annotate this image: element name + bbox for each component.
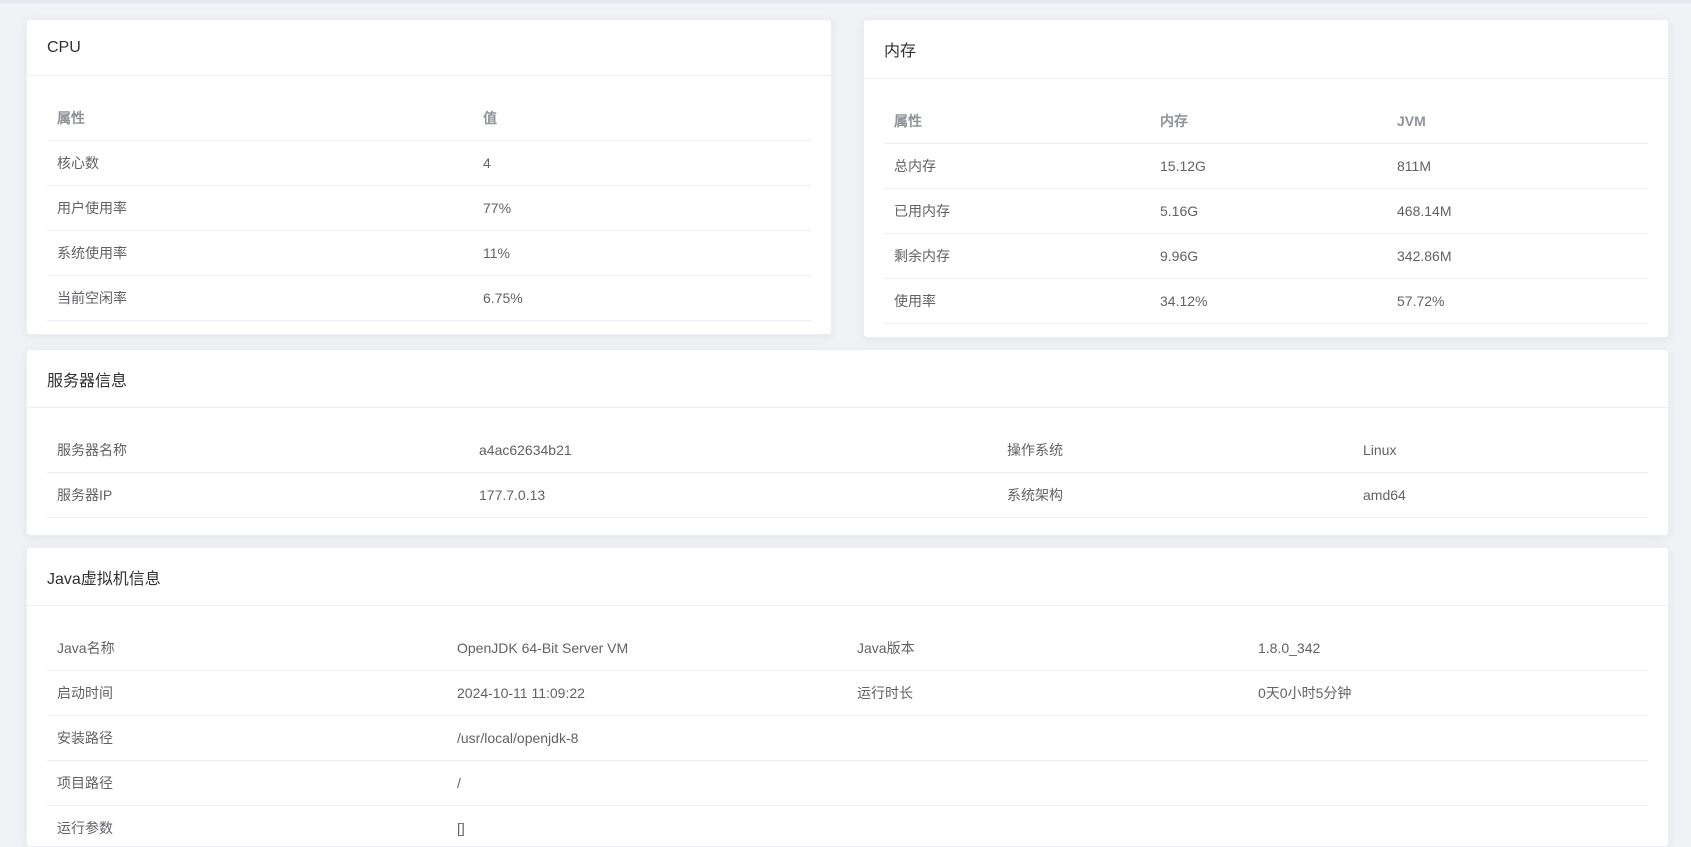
column-header: 内存 (1150, 99, 1387, 144)
cpu-card-title: CPU (47, 39, 81, 57)
jvm-info-table: Java名称 OpenJDK 64-Bit Server VM Java版本 1… (47, 626, 1648, 847)
empty-cell (1248, 716, 1648, 761)
memory-card: 内存 属性 内存 JVM 总内存 15.12G 811M 已用内存 5. (863, 19, 1669, 338)
table-row: Java名称 OpenJDK 64-Bit Server VM Java版本 1… (47, 626, 1648, 671)
property-cell: 项目路径 (47, 761, 447, 806)
top-bar (0, 0, 1691, 3)
table-row: 运行参数 [] (47, 806, 1648, 847)
memory-value-cell: 9.96G (1150, 234, 1387, 279)
jvm-value-cell: 342.86M (1387, 234, 1648, 279)
property-cell: 安装路径 (47, 716, 447, 761)
table-header-row: 属性 内存 JVM (884, 99, 1648, 144)
value-cell: / (447, 761, 847, 806)
table-row: 总内存 15.12G 811M (884, 144, 1648, 189)
empty-cell (847, 761, 1248, 806)
value-cell: 4 (473, 141, 811, 186)
property-cell: 核心数 (47, 141, 473, 186)
property-cell: Java版本 (847, 626, 1248, 671)
empty-cell (847, 716, 1248, 761)
table-row: 使用率 34.12% 57.72% (884, 279, 1648, 324)
table-header-row: 属性 值 (47, 96, 811, 141)
memory-table: 属性 内存 JVM 总内存 15.12G 811M 已用内存 5.16G 468… (884, 99, 1648, 324)
server-info-table: 服务器名称 a4ac62634b21 操作系统 Linux 服务器IP 177.… (47, 428, 1648, 518)
empty-cell (847, 806, 1248, 847)
value-cell: [] (447, 806, 847, 847)
table-row: 已用内存 5.16G 468.14M (884, 189, 1648, 234)
table-row: 服务器IP 177.7.0.13 系统架构 amd64 (47, 473, 1648, 518)
jvm-info-card: Java虚拟机信息 Java名称 OpenJDK 64-Bit Server V… (26, 547, 1669, 847)
property-cell: 操作系统 (997, 428, 1353, 473)
empty-cell (1248, 806, 1648, 847)
property-cell: 系统使用率 (47, 231, 473, 276)
table-row: 启动时间 2024-10-11 11:09:22 运行时长 0天0小时5分钟 (47, 671, 1648, 716)
table-row: 用户使用率 77% (47, 186, 811, 231)
server-info-card-header: 服务器信息 (27, 350, 1668, 408)
value-cell: 6.75% (473, 276, 811, 321)
property-cell: 总内存 (884, 144, 1150, 189)
value-cell: 11% (473, 231, 811, 276)
column-header: 值 (473, 96, 811, 141)
table-row: 系统使用率 11% (47, 231, 811, 276)
table-row: 核心数 4 (47, 141, 811, 186)
value-cell: 1.8.0_342 (1248, 626, 1648, 671)
value-cell: amd64 (1353, 473, 1648, 518)
memory-value-cell: 5.16G (1150, 189, 1387, 234)
property-cell: 运行参数 (47, 806, 447, 847)
property-cell: 系统架构 (997, 473, 1353, 518)
table-row: 项目路径 / (47, 761, 1648, 806)
jvm-value-cell: 468.14M (1387, 189, 1648, 234)
table-row: 服务器名称 a4ac62634b21 操作系统 Linux (47, 428, 1648, 473)
memory-value-cell: 34.12% (1150, 279, 1387, 324)
property-cell: 已用内存 (884, 189, 1150, 234)
cpu-table: 属性 值 核心数 4 用户使用率 77% 系统使用率 11% 当前空 (47, 96, 811, 321)
jvm-value-cell: 811M (1387, 144, 1648, 189)
column-header: JVM (1387, 99, 1648, 144)
property-cell: 用户使用率 (47, 186, 473, 231)
property-cell: 当前空闲率 (47, 276, 473, 321)
value-cell: OpenJDK 64-Bit Server VM (447, 626, 847, 671)
jvm-value-cell: 57.72% (1387, 279, 1648, 324)
table-row: 安装路径 /usr/local/openjdk-8 (47, 716, 1648, 761)
property-cell: 启动时间 (47, 671, 447, 716)
value-cell: a4ac62634b21 (469, 428, 997, 473)
memory-value-cell: 15.12G (1150, 144, 1387, 189)
column-header: 属性 (884, 99, 1150, 144)
cpu-card-header: CPU (27, 20, 831, 76)
property-cell: 剩余内存 (884, 234, 1150, 279)
cpu-card: CPU 属性 值 核心数 4 用户使用率 77% 系统使 (26, 19, 832, 335)
empty-cell (1248, 761, 1648, 806)
property-cell: 使用率 (884, 279, 1150, 324)
property-cell: 服务器名称 (47, 428, 469, 473)
value-cell: 77% (473, 186, 811, 231)
property-cell: 服务器IP (47, 473, 469, 518)
property-cell: Java名称 (47, 626, 447, 671)
jvm-info-card-header: Java虚拟机信息 (27, 548, 1668, 606)
value-cell: Linux (1353, 428, 1648, 473)
property-cell: 运行时长 (847, 671, 1248, 716)
value-cell: 0天0小时5分钟 (1248, 671, 1648, 716)
column-header: 属性 (47, 96, 473, 141)
server-info-card: 服务器信息 服务器名称 a4ac62634b21 操作系统 Linux 服务器I… (26, 349, 1669, 536)
table-row: 剩余内存 9.96G 342.86M (884, 234, 1648, 279)
value-cell: 2024-10-11 11:09:22 (447, 671, 847, 716)
server-info-card-title: 服务器信息 (47, 367, 127, 391)
memory-card-header: 内存 (864, 20, 1668, 79)
value-cell: 177.7.0.13 (469, 473, 997, 518)
table-row: 当前空闲率 6.75% (47, 276, 811, 321)
jvm-info-card-title: Java虚拟机信息 (47, 565, 161, 589)
memory-card-title: 内存 (884, 37, 916, 61)
value-cell: /usr/local/openjdk-8 (447, 716, 847, 761)
